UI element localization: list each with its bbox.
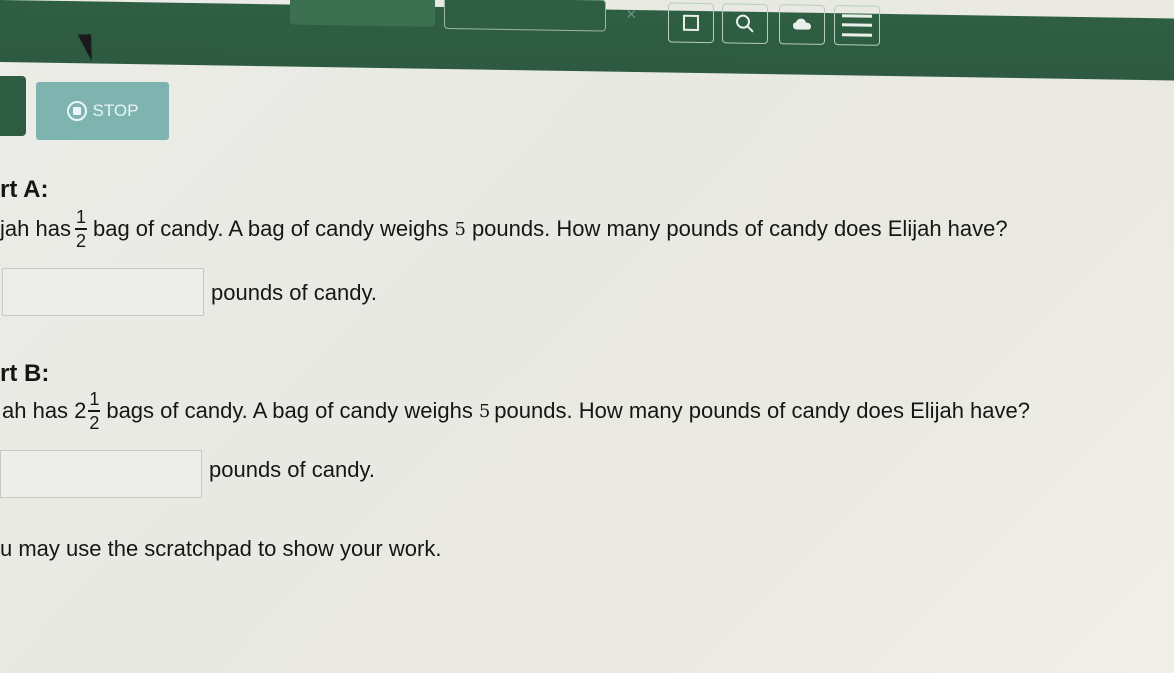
part-a-weight: 5 — [454, 218, 466, 240]
part-b-title: rt B: — [0, 360, 50, 387]
stop-button[interactable]: STOP — [36, 82, 169, 140]
save-tool-button[interactable] — [779, 4, 825, 45]
calculator-tool-button[interactable] — [668, 2, 714, 44]
top-toolbar: × — [0, 0, 1174, 81]
part-b-prefix: ah has — [2, 398, 69, 423]
part-b-fraction: 1 2 — [88, 390, 101, 433]
part-b-whole: 2 — [74, 398, 87, 423]
part-a-title: rt A: — [0, 176, 49, 203]
zoom-tool-button[interactable] — [722, 3, 768, 45]
magnifier-icon — [736, 14, 754, 33]
part-b-unit-label: pounds of candy. — [209, 457, 375, 482]
cloud-icon — [793, 18, 811, 30]
menu-tool-button[interactable] — [834, 5, 880, 46]
part-a-numerator: 1 — [74, 208, 87, 230]
close-icon[interactable]: × — [626, 4, 637, 25]
scratchpad-note: u may use the scratchpad to show your wo… — [0, 536, 442, 561]
part-b-numerator: 1 — [88, 390, 101, 412]
part-a-prefix: jah has — [0, 216, 71, 241]
part-b-answer-input[interactable] — [0, 450, 202, 498]
part-a-text-1: bag of candy. A bag of candy weighs — [92, 216, 449, 241]
part-b-denominator: 2 — [89, 413, 100, 433]
menu-icon — [842, 14, 872, 37]
part-b-question: ah has 2 1 2 bags of candy. A bag of can… — [2, 390, 1030, 432]
part-a-unit-label: pounds of candy. — [211, 280, 377, 305]
calculator-icon — [683, 14, 699, 31]
part-b-text-2: pounds. How many pounds of candy does El… — [494, 398, 1030, 423]
toolbar-button[interactable] — [290, 0, 435, 27]
part-b-weight: 5 — [478, 400, 491, 422]
stop-icon — [66, 101, 87, 121]
part-b-text-1: bags of candy. A bag of candy weighs — [106, 398, 473, 423]
part-a-text-2: pounds. How many pounds of candy does El… — [471, 216, 1008, 241]
part-a-fraction: 1 2 — [74, 208, 87, 251]
part-a-question: jah has 1 2 bag of candy. A bag of candy… — [0, 208, 1008, 250]
part-a-answer-input[interactable] — [2, 268, 204, 316]
part-a-denominator: 2 — [75, 231, 86, 251]
toolbar-button[interactable] — [444, 0, 606, 32]
stop-button-label: STOP — [92, 101, 139, 120]
side-tab[interactable] — [0, 76, 26, 136]
